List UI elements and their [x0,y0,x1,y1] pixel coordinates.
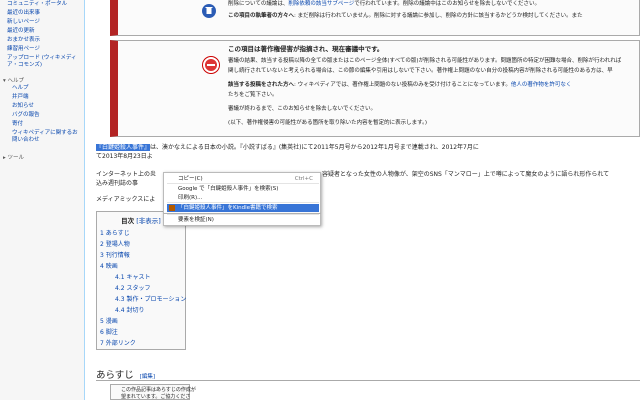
toc-item[interactable]: 4 映画 [100,261,118,270]
help-heading[interactable]: ▾ ヘルプ [3,76,24,84]
toc-item[interactable]: 1 あらすじ [100,228,130,237]
menu-item-google-search[interactable]: Google で「白鍵姫殺人事件」を検索(S) [167,185,319,193]
section-heading: あらすじ [編集] [96,367,640,381]
toc-item[interactable]: 3 刊行情報 [100,250,130,259]
selected-title[interactable]: 『白鍵姫殺人事件』 [96,144,151,151]
toc-item[interactable]: 2 登場人物 [100,239,130,248]
sidebar-item-recent-changes[interactable]: 最近の更新 [7,28,35,35]
menu-separator [167,214,319,215]
table-of-contents: 目次 [非表示] 1 あらすじ 2 登場人物 3 刊行情報 4 映画 4.1 キ… [96,211,186,350]
sidebar-item-sandbox[interactable]: 練習用ページ [7,46,40,53]
notice-body-2: 関し続行されていないと考えられる場合は、この節の編集や引用はしないで下さい。著作… [228,68,613,74]
sidebar-item-help[interactable]: ヘルプ [12,85,29,92]
menu-item-kindle-search[interactable]: 「白鍵姫殺人事件」をKindle書籍で検索 [167,204,319,212]
toc-item[interactable]: 4.3 製作・プロモーション [115,294,186,303]
menu-separator [167,202,319,203]
sidebar-item-bug-report[interactable]: バグの報告 [12,112,40,119]
deletion-subpage-link[interactable]: 削除依頼の該当サブページ [288,1,354,7]
notice-body-6: (以下、著作権侵害の可能性がある箇所を取り除いた内容を暫定的に表示します。) [228,120,427,126]
sidebar: コミュニティ・ポータル 最近の出来事 新しいページ 最近の更新 おまかせ表示 練… [0,0,84,400]
copyright-notice: この項目は著作権侵害が指摘され、現在審議中です。 審議の結果、該当する投稿以降の… [110,40,640,137]
copyright-link[interactable]: 他人の著作物を許可なく [511,82,572,88]
paragraph-3: メディアミックスによ [96,196,156,203]
trash-icon [202,4,216,18]
notice-top-line1: 削除についての議論は、削除依頼の該当サブページで行われています。削除の議論中はこ… [228,1,540,7]
paragraph-2-line2: 込み週刊誌の事 [96,180,139,187]
sidebar-item-contact[interactable]: ウィキペディアに関するお問い合わせ [12,130,78,144]
section-edit-link[interactable]: [編集] [140,374,155,380]
stub-notice: この作品記事はあらすじの作成が 望まれています。ご協力くださ [110,384,196,400]
menu-item-copy[interactable]: コピー(C) Ctrl+C [167,175,319,183]
deletion-notice: 削除についての議論は、削除依頼の該当サブページで行われています。削除の議論中はこ… [110,0,640,36]
tools-heading[interactable]: ▸ ツール [3,153,24,161]
kindle-icon [169,205,175,211]
notice-body-4: たちをご覧下さい。 [228,92,278,98]
notice-title: この項目は著作権侵害が指摘され、現在審議中です。 [228,45,384,53]
sidebar-item-upload[interactable]: アップロード (ウィキメディア・コモンズ) [7,55,81,69]
sidebar-item-new-pages[interactable]: 新しいページ [7,19,40,26]
sidebar-item-donate[interactable]: 寄付 [12,121,23,128]
notice-body-1: 審議の結果、該当する投稿以降の全ての版またはこのページ全体(すべての版)が削除さ… [228,58,622,64]
context-menu-lower: 要素を検証(N) [163,214,321,226]
lead-paragraph-line1: 『白鍵姫殺人事件』は、湊かなえによる日本の小説。『小説すばる』(集英社)にて20… [96,144,479,151]
context-menu: コピー(C) Ctrl+C Google で「白鍵姫殺人事件」を検索(S) 印刷(… [163,172,321,214]
menu-item-print[interactable]: 印刷(R)... [167,194,319,202]
section-title: あらすじ [96,370,134,381]
sidebar-item-announcements[interactable]: お知らせ [12,103,34,110]
toc-item[interactable]: 6 脚注 [100,327,118,336]
menu-separator [167,183,319,184]
toc-item[interactable]: 4.4 封切り [115,305,144,314]
menu-item-inspect[interactable]: 要素を検証(N) [178,216,214,224]
stop-sign-icon [203,57,219,73]
sidebar-item-community-portal[interactable]: コミュニティ・ポータル [7,1,67,8]
toc-item[interactable]: 4.2 スタッフ [115,283,150,292]
paragraph-2-line1a: インターネット上の炎 [96,171,157,178]
toc-item[interactable]: 7 外部リンク [100,338,136,347]
sidebar-item-random[interactable]: おまかせ表示 [7,37,40,44]
sidebar-item-village-pump[interactable]: 井戸端 [12,94,29,101]
toc-item[interactable]: 4.1 キャスト [115,272,150,281]
notice-top-line2: この項目の執筆者の方々へ: まだ削除は行われていません。削除に対する議論に参加し… [228,13,583,19]
lead-paragraph-line2: て2013年8月23日よ [96,153,153,160]
toc-toggle[interactable]: [非表示] [136,217,161,225]
sidebar-item-current-events[interactable]: 最近の出来事 [7,10,40,17]
notice-body-3: 該当する投稿をされた方へ: ウィキペディアでは、著作権上問題のない投稿のみを受け… [228,82,572,88]
notice-body-5: 審議が終わるまで、このお知らせを除去しないでください。 [228,106,377,112]
paragraph-2-line1b: 容疑者となった女性の人物像が、架空のSNS「マンマロー」上で噂によって魔女のよう… [322,171,610,178]
toc-item[interactable]: 5 漫画 [100,316,118,325]
